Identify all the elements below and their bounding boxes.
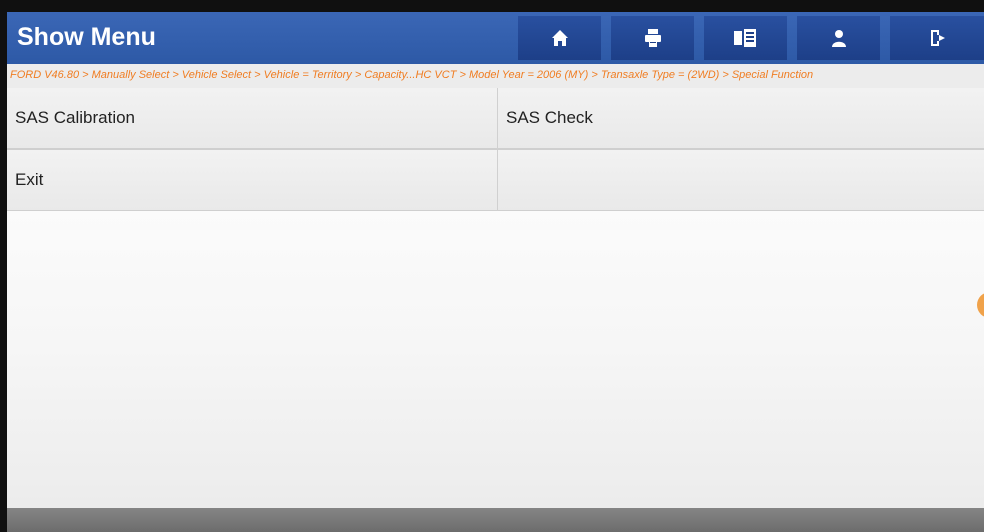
print-button[interactable] <box>611 16 694 60</box>
user-button[interactable] <box>797 16 880 60</box>
menu-item-sas-check[interactable]: SAS Check <box>498 88 984 150</box>
menu-item-empty <box>498 150 984 212</box>
header-bar: Show Menu <box>7 12 984 64</box>
menu-item-label: SAS Check <box>506 108 593 127</box>
print-icon <box>642 27 664 49</box>
exit-icon <box>926 27 948 49</box>
home-button[interactable] <box>518 16 601 60</box>
menu-item-exit[interactable]: Exit <box>7 150 498 212</box>
report-button[interactable] <box>704 16 787 60</box>
content-area <box>7 211 984 508</box>
menu-item-sas-calibration[interactable]: SAS Calibration <box>7 88 498 150</box>
breadcrumb: FORD V46.80 > Manually Select > Vehicle … <box>10 69 814 81</box>
exit-toolbar-button[interactable] <box>890 16 984 60</box>
toolbar <box>518 16 984 60</box>
breadcrumb-bar: FORD V46.80 > Manually Select > Vehicle … <box>7 64 984 89</box>
home-icon <box>549 27 571 49</box>
user-icon <box>828 27 850 49</box>
menu-item-label: SAS Calibration <box>15 108 136 127</box>
menu-grid: SAS Calibration SAS Check Exit <box>7 88 984 212</box>
app-screen: Show Menu FORD V46.80 > Manually Select … <box>7 12 984 532</box>
page-title: Show Menu <box>17 23 156 51</box>
menu-item-label: Exit <box>15 170 44 189</box>
report-icon <box>732 27 760 49</box>
bottom-bar <box>7 508 984 532</box>
